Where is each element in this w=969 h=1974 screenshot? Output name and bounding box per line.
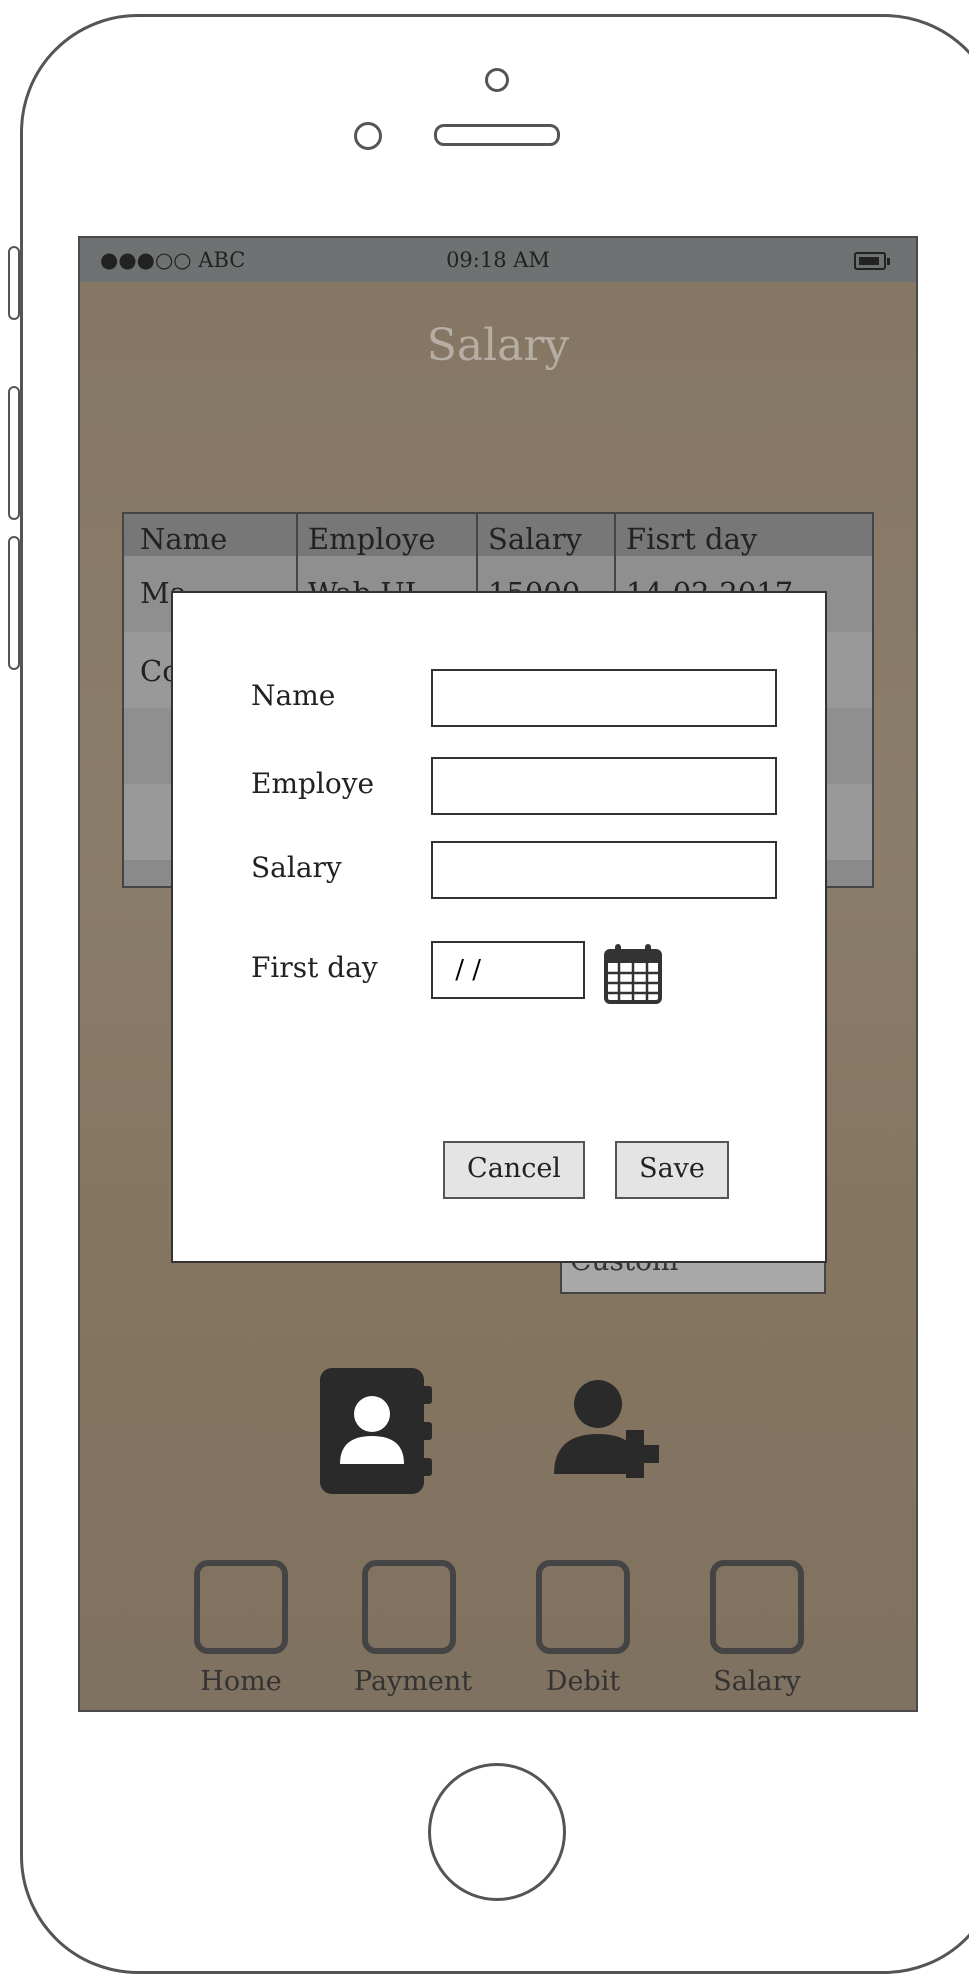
camera-icon [485,68,509,92]
volume-down-button [8,536,20,670]
table-header-name: Name [140,522,228,556]
contacts-book-icon[interactable] [320,1368,432,1494]
nav-salary[interactable]: Salary [702,1560,812,1697]
calendar-icon[interactable] [603,943,663,1005]
employe-input[interactable] [431,757,777,815]
table-header-employe: Employe [308,522,436,556]
nav-label: Payment [354,1666,473,1697]
add-user-icon[interactable] [554,1378,684,1478]
status-time: 09:18 AM [446,248,550,272]
table-header-salary: Salary [488,522,582,556]
payment-icon [362,1560,456,1654]
home-hardware-button[interactable] [428,1763,566,1901]
sensor-icon [354,122,382,150]
volume-up-button [8,386,20,520]
nav-label: Home [200,1666,282,1697]
nav-payment[interactable]: Payment [354,1560,473,1697]
employe-label: Employe [251,767,375,800]
table-header-first-day: Fisrt day [626,522,758,556]
cancel-button[interactable]: Cancel [443,1141,585,1199]
page-title: Salary [426,320,570,371]
name-input[interactable] [431,669,777,727]
first-day-label: First day [251,951,378,984]
nav-debit[interactable]: Debit [528,1560,638,1697]
add-salary-dialog: Name Employe Salary First day Cancel Sav… [171,591,827,1263]
salary-icon [710,1560,804,1654]
app-screen: ●●●○○ ABC 09:18 AM Salary Name Employe S… [78,236,918,1712]
status-bar: ●●●○○ ABC 09:18 AM [80,238,916,282]
table-header-row: Name Employe Salary Fisrt day [124,514,872,556]
salary-input[interactable] [431,841,777,899]
nav-label: Debit [545,1666,621,1697]
nav-label: Salary [713,1666,801,1697]
salary-label: Salary [251,851,342,884]
first-day-date-input[interactable] [431,941,585,999]
nav-home[interactable]: Home [186,1560,296,1697]
home-icon [194,1560,288,1654]
battery-icon [854,252,890,270]
save-button[interactable]: Save [615,1141,729,1199]
name-label: Name [251,679,336,712]
debit-icon [536,1560,630,1654]
mute-switch [8,246,20,320]
speaker-icon [434,124,560,146]
